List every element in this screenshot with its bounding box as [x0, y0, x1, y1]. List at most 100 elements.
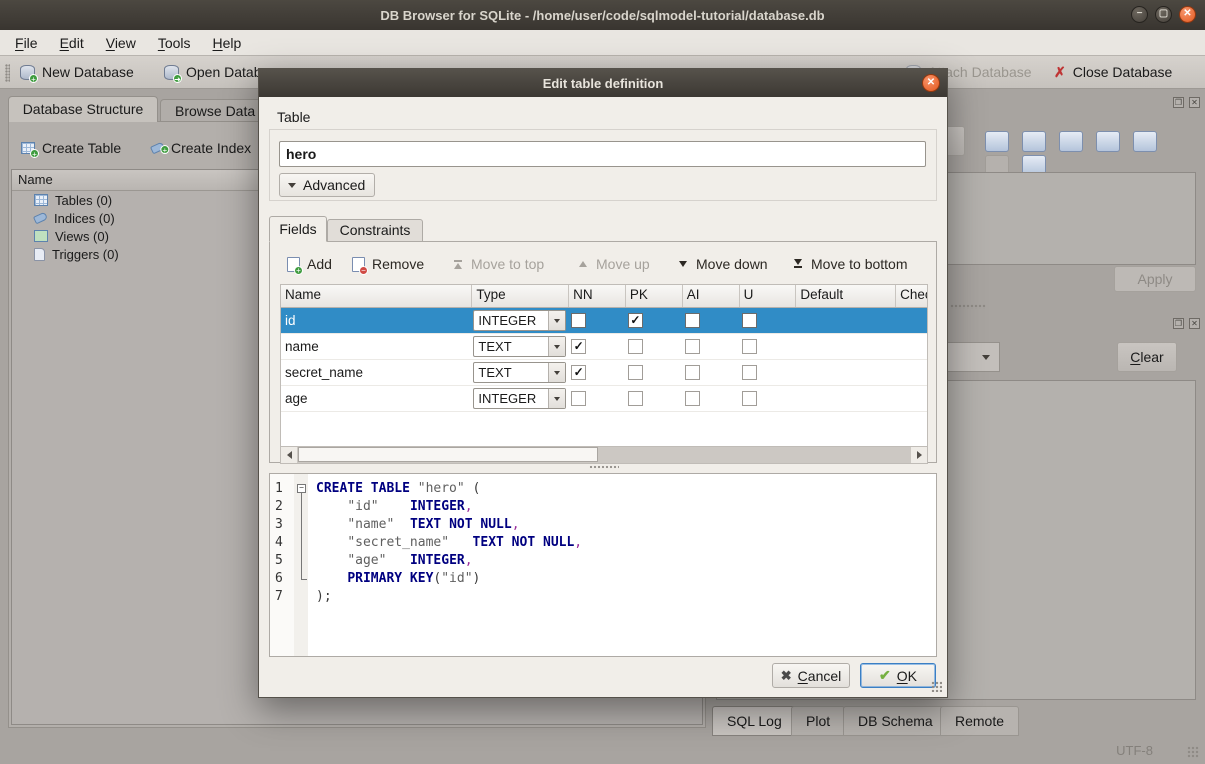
nn-checkbox[interactable]: ✓ [571, 339, 586, 354]
pk-cell [626, 334, 683, 359]
sql-preview[interactable]: 1CREATE TABLE "hero" (2 "id" INTEGER,3 "… [269, 473, 937, 657]
fold-guide-tick [301, 579, 307, 580]
scrollbar-thumb[interactable] [298, 447, 598, 462]
dock-splitter[interactable] [950, 304, 986, 309]
table-name-input[interactable]: hero [279, 141, 926, 167]
dialog-resize-grip[interactable] [931, 681, 942, 692]
sql-line: 2 "id" INTEGER, [270, 498, 936, 516]
fields-grid-hscrollbar[interactable] [281, 446, 927, 463]
pk-checkbox[interactable] [628, 365, 643, 380]
dock-close-icon[interactable]: ✕ [1189, 97, 1200, 108]
field-toolbar-move-down[interactable]: Move down [677, 252, 768, 276]
ai-checkbox[interactable] [685, 365, 700, 380]
ai-checkbox[interactable] [685, 313, 700, 328]
dock-float-icon[interactable]: ❐ [1173, 97, 1184, 108]
column-header-check[interactable]: Check [896, 285, 927, 307]
field-row-secret-name[interactable]: secret_nameTEXT✓ [281, 360, 927, 386]
close-database-button[interactable]: ✗ Close Database [1048, 59, 1178, 85]
link-icon[interactable] [1133, 131, 1157, 152]
field-row-id[interactable]: idINTEGER✓ [281, 308, 927, 334]
sql-line-number: 6 [275, 570, 295, 588]
menu-help[interactable]: Help [202, 32, 253, 54]
field-row-age[interactable]: ageINTEGER [281, 386, 927, 412]
tab-plot[interactable]: Plot [791, 706, 845, 736]
u-checkbox[interactable] [742, 391, 757, 406]
field-type-cell: INTEGER [472, 386, 569, 411]
u-checkbox[interactable] [742, 365, 757, 380]
ok-button[interactable]: ✔OK [860, 663, 936, 688]
scroll-left-icon[interactable] [281, 447, 297, 463]
clear-button[interactable]: Clear [1117, 342, 1177, 372]
field-toolbar-remove[interactable]: −Remove [352, 252, 424, 276]
tab-database-structure[interactable]: Database Structure [8, 96, 158, 122]
type-select[interactable]: INTEGER [473, 310, 566, 331]
close-icon[interactable]: ✕ [1179, 6, 1196, 23]
toolbar-grip[interactable] [5, 64, 10, 82]
minimize-icon[interactable]: − [1131, 6, 1148, 23]
save-icon[interactable] [1059, 131, 1083, 152]
field-row-name[interactable]: nameTEXT ✓ [281, 334, 927, 360]
field-toolbar-move-to-bottom[interactable]: Move to bottom [792, 252, 908, 276]
ai-cell [683, 334, 740, 359]
column-header-u[interactable]: U [740, 285, 797, 307]
ai-checkbox[interactable] [685, 339, 700, 354]
column-header-type[interactable]: Type [472, 285, 569, 307]
tab-remote[interactable]: Remote [940, 706, 1019, 736]
fold-collapse-icon[interactable]: − [297, 484, 306, 493]
word-wrap-icon[interactable] [985, 131, 1009, 152]
tab-constraints[interactable]: Constraints [327, 219, 423, 242]
nn-checkbox[interactable]: ✓ [571, 365, 586, 380]
chevron-down-icon [548, 389, 565, 408]
menu-edit[interactable]: Edit [49, 32, 95, 54]
cancel-button[interactable]: ✖Cancel [772, 663, 850, 688]
advanced-button[interactable]: Advanced [279, 173, 375, 197]
export-icon[interactable] [1096, 131, 1120, 152]
u-checkbox[interactable] [742, 313, 757, 328]
nn-checkbox[interactable] [571, 313, 586, 328]
resize-grip[interactable] [1187, 746, 1199, 758]
tab-sql-log[interactable]: SQL Log [712, 706, 797, 736]
sql-line: 7); [270, 588, 936, 606]
ai-checkbox[interactable] [685, 391, 700, 406]
chevron-down-icon [548, 337, 565, 356]
sql-line-number: 1 [275, 480, 295, 498]
dialog-splitter[interactable] [589, 465, 619, 469]
move-up-icon [577, 261, 589, 267]
column-header-default[interactable]: Default [796, 285, 896, 307]
pk-checkbox[interactable] [628, 339, 643, 354]
dialog-close-icon[interactable]: ✕ [922, 74, 940, 92]
tab-fields[interactable]: Fields [269, 216, 327, 242]
field-toolbar-add[interactable]: +Add [287, 252, 332, 276]
close-database-icon: ✗ [1054, 64, 1066, 81]
column-header-pk[interactable]: PK [626, 285, 683, 307]
type-select[interactable]: TEXT [473, 336, 566, 357]
new-database-button[interactable]: + New Database [14, 59, 140, 85]
dialog-titlebar[interactable]: Edit table definition ✕ [259, 69, 947, 97]
nn-checkbox[interactable] [571, 391, 586, 406]
type-select[interactable]: TEXT [473, 362, 566, 383]
scroll-right-icon[interactable] [911, 447, 927, 463]
dock-float-icon[interactable]: ❐ [1173, 318, 1184, 329]
import-icon[interactable] [1022, 131, 1046, 152]
column-header-nn[interactable]: NN [569, 285, 626, 307]
field-name-cell: name [281, 334, 472, 359]
nn-cell: ✓ [569, 334, 626, 359]
create-index-button[interactable]: + Create Index [151, 135, 251, 161]
menu-file[interactable]: File [4, 32, 49, 54]
u-checkbox[interactable] [742, 339, 757, 354]
tab-db-schema[interactable]: DB Schema [843, 706, 948, 736]
menu-tools[interactable]: Tools [147, 32, 202, 54]
move-to-bottom-icon [792, 259, 804, 269]
pk-checkbox[interactable] [628, 391, 643, 406]
default-cell [796, 334, 896, 359]
column-header-name[interactable]: Name [281, 285, 472, 307]
type-select[interactable]: INTEGER [473, 388, 566, 409]
menu-view[interactable]: View [95, 32, 147, 54]
create-table-button[interactable]: + Create Table [21, 135, 121, 161]
maximize-icon[interactable]: ▢ [1155, 6, 1172, 23]
dock-close-icon[interactable]: ✕ [1189, 318, 1200, 329]
column-header-ai[interactable]: AI [683, 285, 740, 307]
sql-line: 4 "secret_name" TEXT NOT NULL, [270, 534, 936, 552]
dock-controls: ❐ ✕ [1173, 318, 1200, 329]
pk-checkbox[interactable]: ✓ [628, 313, 643, 328]
